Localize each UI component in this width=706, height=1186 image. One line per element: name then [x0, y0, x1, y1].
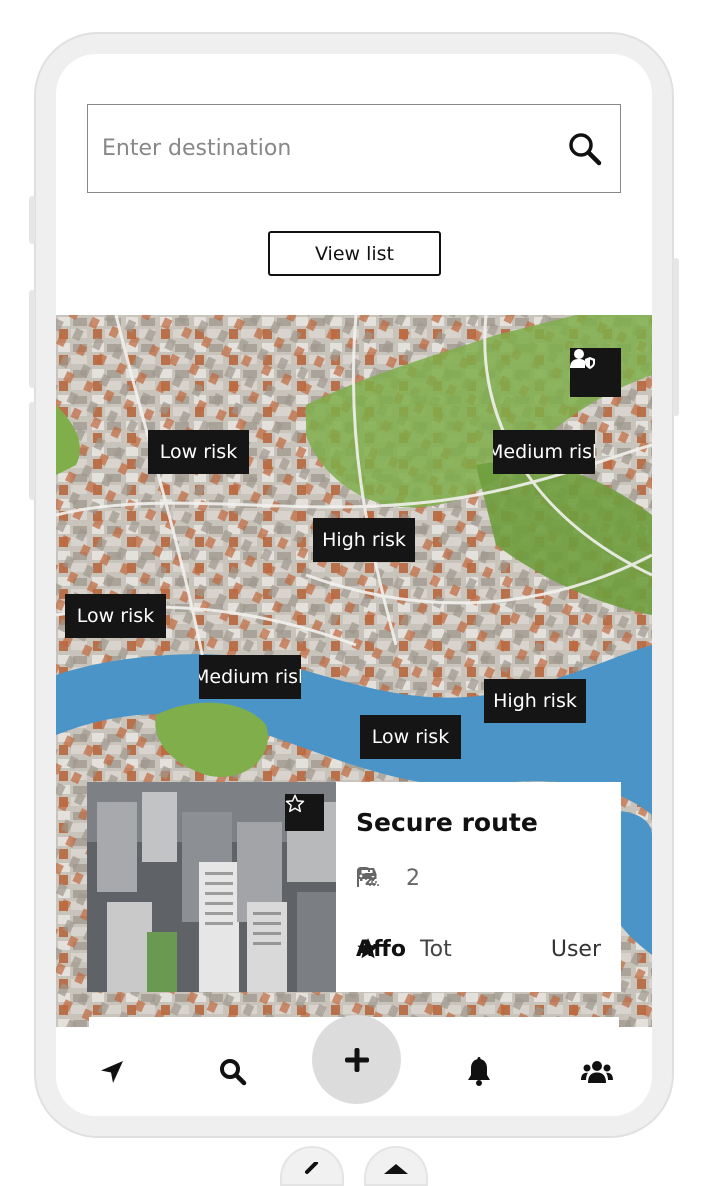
app-screen: View list	[56, 54, 652, 1116]
risk-label-low[interactable]: Low risk	[65, 594, 166, 638]
plus-icon	[344, 1047, 369, 1072]
route-tag-secondary: Tot	[419, 937, 452, 962]
search-icon	[220, 1059, 247, 1086]
phone-side-button	[29, 290, 35, 388]
user-rating[interactable]: User	[357, 937, 601, 962]
nav-navigate[interactable]	[90, 1052, 134, 1092]
risk-label-low[interactable]: Low risk	[148, 430, 249, 474]
risk-label-medium[interactable]: Medium risk	[199, 655, 301, 699]
route-features: 2 2	[356, 866, 440, 891]
risk-label-high[interactable]: High risk	[313, 518, 415, 562]
user-label: User	[550, 937, 601, 962]
shower-feature: 2	[357, 866, 420, 891]
route-card[interactable]: Secure route 2 Affo Tot User	[87, 782, 621, 992]
add-button[interactable]	[312, 1015, 401, 1104]
search-bar	[87, 104, 621, 193]
risk-map[interactable]: Low risk Medium risk High risk Low risk …	[56, 315, 652, 1027]
route-card-body: Secure route 2 Affo Tot User	[336, 782, 621, 992]
safety-location-button[interactable]	[570, 348, 621, 397]
risk-label-medium[interactable]: Medium risk	[493, 430, 595, 474]
shower-count: 2	[406, 866, 420, 891]
route-thumbnail	[87, 782, 336, 992]
star-outline-icon	[285, 794, 305, 813]
view-list-button[interactable]: View list	[268, 231, 441, 276]
favorite-button[interactable]	[285, 794, 324, 831]
route-title: Secure route	[356, 808, 538, 837]
phone-side-button	[673, 258, 679, 416]
phone-side-button	[29, 196, 35, 244]
bell-icon	[468, 1057, 490, 1086]
location-arrow-icon	[101, 1061, 123, 1083]
shower-icon	[357, 867, 379, 887]
nav-notifications[interactable]	[457, 1052, 501, 1092]
route-footer: Affo Tot User	[356, 937, 601, 962]
users-icon	[581, 1061, 613, 1083]
phone-side-button	[29, 402, 35, 500]
system-home-button[interactable]	[364, 1146, 428, 1186]
nav-community[interactable]	[575, 1052, 619, 1092]
home-icon	[384, 1164, 408, 1174]
search-input[interactable]	[88, 136, 550, 161]
search-button[interactable]	[550, 105, 620, 192]
system-back-button[interactable]	[280, 1146, 344, 1186]
search-icon	[569, 132, 602, 165]
nav-search[interactable]	[211, 1052, 255, 1092]
star-icon	[357, 938, 379, 959]
user-shield-icon	[570, 349, 595, 369]
risk-label-low[interactable]: Low risk	[360, 715, 461, 759]
risk-label-high[interactable]: High risk	[484, 679, 586, 723]
chevron-left-icon	[305, 1162, 318, 1174]
